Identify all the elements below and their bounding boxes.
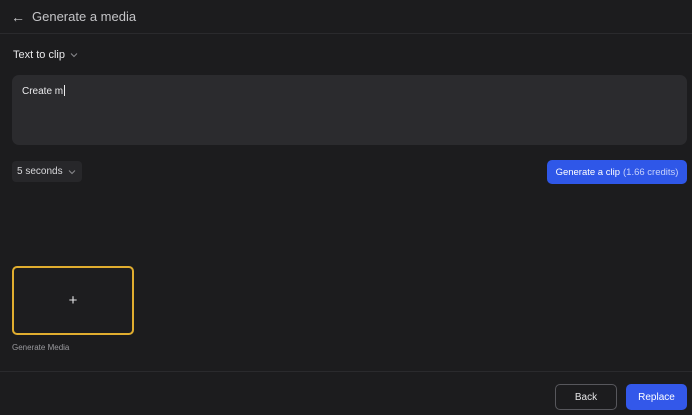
duration-select[interactable]: 5 seconds — [12, 161, 82, 182]
generate-clip-button[interactable]: Generate a clip (1.66 credits) — [547, 160, 687, 184]
generate-media-label: Generate Media — [12, 343, 70, 352]
page-title: Generate a media — [32, 9, 137, 24]
generate-clip-label: Generate a clip — [555, 166, 620, 178]
arrow-left-icon[interactable]: ← — [11, 10, 25, 24]
replace-button[interactable]: Replace — [626, 384, 687, 410]
generate-media-panel: ← Generate a media Text to clip Create m… — [0, 0, 692, 415]
chevron-down-icon — [70, 51, 78, 59]
header: ← Generate a media — [0, 0, 692, 34]
mode-select-value: Text to clip — [13, 49, 65, 61]
generate-media-tile[interactable]: + — [12, 266, 134, 335]
back-button[interactable]: Back — [555, 384, 617, 410]
duration-select-value: 5 seconds — [17, 166, 63, 177]
credits-cost: (1.66 credits) — [623, 166, 679, 178]
plus-icon: + — [68, 292, 78, 309]
prompt-text: Create m — [22, 86, 64, 97]
text-caret — [64, 85, 66, 96]
mode-select[interactable]: Text to clip — [13, 47, 78, 63]
footer-divider — [0, 371, 692, 372]
prompt-input[interactable]: Create m — [12, 75, 687, 145]
chevron-down-icon — [68, 168, 76, 176]
